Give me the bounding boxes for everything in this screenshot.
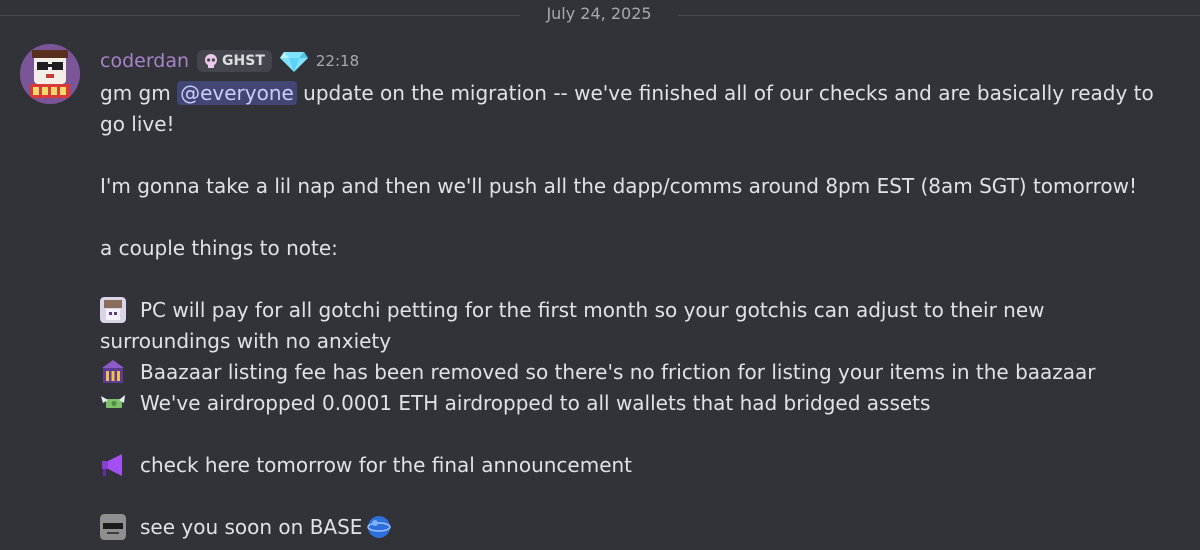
message-line-3: a couple things to note: [100, 236, 338, 260]
divider-line-right [678, 15, 1200, 16]
message-line-4: check here tomorrow for the final announ… [100, 450, 1180, 481]
blue-globe-emoji-icon [367, 516, 392, 538]
note-1: PC will pay for all gotchi petting for t… [100, 295, 1180, 357]
cool-face-emoji-icon [100, 514, 126, 540]
note-3: We've airdropped 0.0001 ETH airdropped t… [100, 388, 1180, 419]
money-wings-emoji-icon [101, 395, 125, 408]
note-2-text: Baazaar listing fee has been removed so … [140, 360, 1096, 384]
message-timestamp: 22:18 [315, 52, 360, 70]
everyone-mention[interactable]: @everyone [177, 81, 297, 105]
server-tag[interactable]: GHST [197, 50, 272, 72]
skull-icon [205, 54, 218, 68]
megaphone-emoji-icon [102, 454, 122, 476]
message-line-5: see you soon on BASE [100, 512, 1180, 543]
message-header: coderdan GHST 22:18 [100, 46, 359, 76]
line4-text: check here tomorrow for the final announ… [140, 453, 633, 477]
note-3-text: We've airdropped 0.0001 ETH airdropped t… [140, 391, 931, 415]
message-content: gm gm @everyone update on the migration … [100, 78, 1180, 543]
gotchi-pet-emoji-icon [100, 297, 126, 323]
note-2: Baazaar listing fee has been removed so … [100, 357, 1180, 388]
message-line-1: gm gm @everyone update on the migration … [100, 78, 1180, 140]
note-1-text: PC will pay for all gotchi petting for t… [100, 298, 1045, 353]
line1-before: gm gm [100, 81, 178, 105]
gotchi-avatar-icon [20, 44, 80, 104]
line5-text: see you soon on BASE [140, 515, 363, 539]
message-line-2: I'm gonna take a lil nap and then we'll … [100, 174, 1138, 198]
username[interactable]: coderdan [100, 50, 189, 72]
server-tag-label: GHST [222, 53, 265, 69]
date-divider-label: July 24, 2025 [546, 4, 652, 23]
diamond-icon[interactable] [279, 50, 308, 72]
date-divider: July 24, 2025 [0, 0, 1200, 34]
divider-line-left [0, 15, 520, 16]
baazaar-emoji-icon [102, 360, 124, 383]
avatar[interactable] [20, 44, 80, 104]
